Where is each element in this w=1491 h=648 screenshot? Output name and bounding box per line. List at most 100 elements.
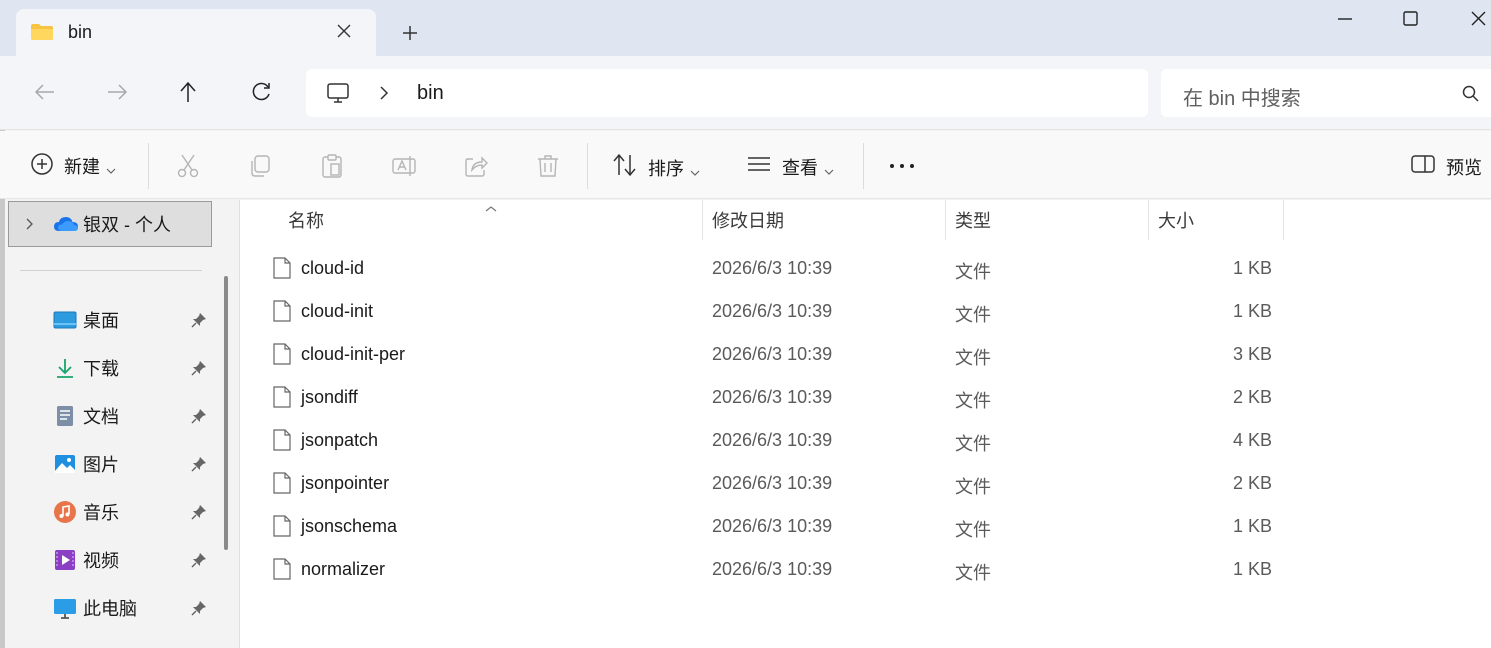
table-row[interactable]: normalizer 2026/6/3 10:39 文件 1 KB <box>240 548 1340 591</box>
close-icon[interactable] <box>1465 6 1491 32</box>
chevron-right-icon[interactable] <box>25 217 35 231</box>
file-name: normalizer <box>301 559 386 579</box>
table-row[interactable]: cloud-id 2026/6/3 10:39 文件 1 KB <box>240 247 1340 290</box>
pin-icon[interactable] <box>191 360 207 376</box>
file-name: jsonpointer <box>301 473 390 493</box>
pin-icon[interactable] <box>191 600 207 616</box>
address-bar[interactable]: bin <box>306 69 1148 117</box>
arrow-right-icon[interactable] <box>102 77 132 107</box>
table-row[interactable]: jsonschema 2026/6/3 10:39 文件 1 KB <box>240 505 1340 548</box>
file-icon <box>273 558 291 580</box>
file-modified: 2026/6/3 10:39 <box>712 430 833 450</box>
music-icon <box>53 500 77 524</box>
sidebar-item-downloads[interactable]: 下载 <box>53 348 213 388</box>
pictures-icon <box>53 452 77 476</box>
pin-icon[interactable] <box>191 552 207 568</box>
share-icon[interactable] <box>463 153 489 179</box>
file-type: 文件 <box>955 348 991 368</box>
breadcrumb-segment[interactable]: bin <box>417 82 444 105</box>
pin-icon[interactable] <box>191 456 207 472</box>
cut-icon[interactable] <box>175 153 201 179</box>
arrow-left-icon[interactable] <box>30 77 60 107</box>
table-row[interactable]: cloud-init 2026/6/3 10:39 文件 1 KB <box>240 290 1340 333</box>
file-size: 1 KB <box>1232 559 1272 579</box>
preview-pane-icon <box>1410 153 1436 180</box>
navigation-pane: 银双 - 个人 桌面 下载 文档 图片 音乐 视频 此电脑 <box>5 200 240 648</box>
file-size: 2 KB <box>1232 473 1272 493</box>
sidebar-divider <box>20 270 202 271</box>
download-icon <box>53 356 77 380</box>
chevron-down-icon <box>106 162 116 174</box>
file-type: 文件 <box>955 305 991 325</box>
column-divider[interactable] <box>945 200 946 240</box>
file-name: cloud-init-per <box>301 344 406 364</box>
file-list: 名称 修改日期 类型 大小 cloud-id 2026/6/3 10:39 文件… <box>240 200 1491 648</box>
preview-button-label: 预览 <box>1446 157 1482 178</box>
preview-button[interactable]: 预览 <box>1410 153 1482 180</box>
arrow-up-icon[interactable] <box>173 77 203 107</box>
sidebar-item-label: 桌面 <box>83 311 119 331</box>
sidebar-item-onedrive[interactable]: 银双 - 个人 <box>8 201 212 247</box>
sidebar-item-pictures[interactable]: 图片 <box>53 444 213 484</box>
maximize-icon[interactable] <box>1396 6 1426 32</box>
view-button[interactable]: 查看 <box>746 153 834 180</box>
view-button-label: 查看 <box>782 157 818 178</box>
file-modified: 2026/6/3 10:39 <box>712 473 833 493</box>
paste-icon[interactable] <box>319 153 345 179</box>
copy-icon[interactable] <box>247 153 273 179</box>
pin-icon[interactable] <box>191 408 207 424</box>
close-icon[interactable] <box>332 19 356 43</box>
sidebar-item-this-pc[interactable]: 此电脑 <box>53 588 213 628</box>
search-placeholder: 在 bin 中搜索 <box>1183 88 1301 110</box>
table-row[interactable]: jsonpointer 2026/6/3 10:39 文件 2 KB <box>240 462 1340 505</box>
column-header-type[interactable]: 类型 <box>955 200 991 240</box>
file-size: 2 KB <box>1232 387 1272 407</box>
new-button[interactable]: 新建 <box>30 152 116 179</box>
rename-icon[interactable] <box>391 153 417 179</box>
video-icon <box>53 548 77 572</box>
pin-icon[interactable] <box>191 504 207 520</box>
column-header-name[interactable]: 名称 <box>288 200 324 240</box>
file-name: jsonpatch <box>301 430 379 450</box>
table-row[interactable]: cloud-init-per 2026/6/3 10:39 文件 3 KB <box>240 333 1340 376</box>
file-size: 4 KB <box>1232 430 1272 450</box>
sidebar-item-desktop[interactable]: 桌面 <box>53 300 213 340</box>
file-icon <box>273 257 291 279</box>
table-row[interactable]: jsondiff 2026/6/3 10:39 文件 2 KB <box>240 376 1340 419</box>
refresh-icon[interactable] <box>246 77 276 107</box>
file-name: cloud-init <box>301 301 374 321</box>
sidebar-item-documents[interactable]: 文档 <box>53 396 213 436</box>
sort-button[interactable]: 排序 <box>612 153 700 182</box>
tab-bin[interactable]: bin <box>16 9 376 56</box>
pin-icon[interactable] <box>191 312 207 328</box>
computer-icon[interactable] <box>326 81 350 105</box>
file-size: 1 KB <box>1232 258 1272 278</box>
column-header-size[interactable]: 大小 <box>1158 200 1194 240</box>
navigation-bar: bin 在 bin 中搜索 <box>0 56 1491 130</box>
chevron-right-icon[interactable] <box>378 85 390 101</box>
search-box[interactable]: 在 bin 中搜索 <box>1161 69 1491 117</box>
table-row[interactable]: jsonpatch 2026/6/3 10:39 文件 4 KB <box>240 419 1340 462</box>
more-options-icon[interactable] <box>888 153 916 179</box>
column-divider[interactable] <box>1283 200 1284 240</box>
file-name: cloud-id <box>301 258 365 278</box>
file-type: 文件 <box>955 477 991 497</box>
search-icon[interactable] <box>1461 84 1481 104</box>
plus-icon[interactable] <box>397 20 423 46</box>
column-divider[interactable] <box>1148 200 1149 240</box>
file-icon <box>273 515 291 537</box>
file-icon <box>273 343 291 365</box>
tab-title: bin <box>68 22 93 42</box>
file-size: 3 KB <box>1232 344 1272 364</box>
delete-icon[interactable] <box>535 153 561 179</box>
sidebar-item-videos[interactable]: 视频 <box>53 540 213 580</box>
minimize-icon[interactable] <box>1330 6 1360 32</box>
sidebar-scrollbar[interactable] <box>224 276 228 550</box>
computer-icon <box>53 596 77 620</box>
column-header-modified[interactable]: 修改日期 <box>712 200 784 240</box>
file-type: 文件 <box>955 391 991 411</box>
file-size: 1 KB <box>1232 301 1272 321</box>
column-divider[interactable] <box>702 200 703 240</box>
sidebar-item-music[interactable]: 音乐 <box>53 492 213 532</box>
toolbar-divider <box>587 143 588 189</box>
